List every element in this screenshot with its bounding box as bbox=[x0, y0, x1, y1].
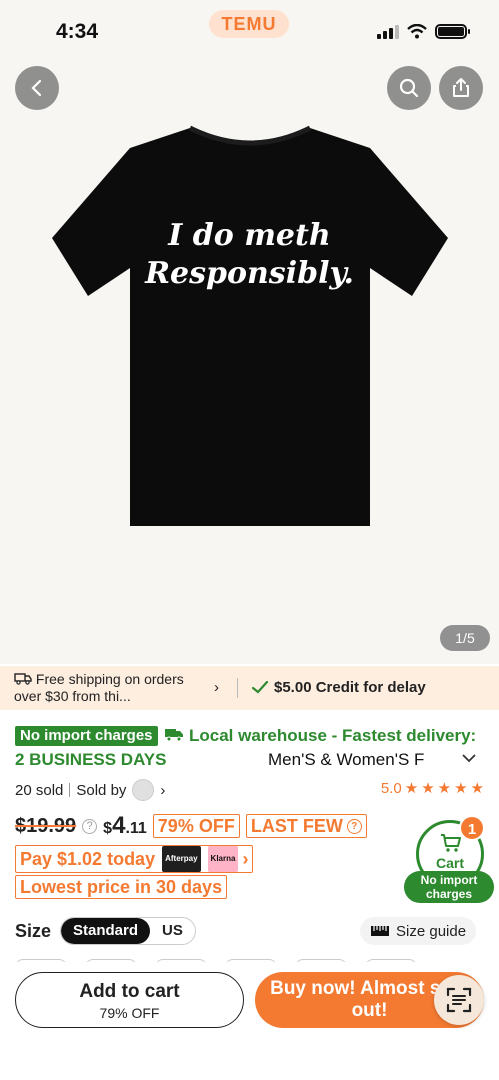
product-image-gallery[interactable]: I do meth Responsibly. 1/5 bbox=[0, 0, 499, 664]
credit-label: $5.00 Credit for delay bbox=[274, 679, 426, 696]
status-icons bbox=[377, 24, 470, 39]
rating[interactable]: 5.0 ★ ★ ★ ★ ★ bbox=[380, 779, 484, 798]
question-icon: ? bbox=[346, 818, 362, 834]
lowest-price-row: Lowest price in 30 days bbox=[15, 875, 228, 899]
share-button[interactable] bbox=[439, 66, 483, 110]
chevron-right-icon: › bbox=[242, 849, 249, 869]
pay-today-badge[interactable]: Pay $1.02 today Afterpay Klarna › bbox=[15, 845, 254, 873]
check-icon bbox=[252, 681, 268, 694]
cart-icon bbox=[441, 834, 461, 852]
wifi-icon bbox=[407, 24, 427, 39]
size-guide-button[interactable]: Size guide bbox=[360, 917, 477, 945]
star-icon: ★ bbox=[404, 780, 419, 797]
no-import-charges-pill: No import charges bbox=[404, 871, 494, 903]
image-counter: 1/5 bbox=[440, 625, 490, 651]
truck-icon bbox=[14, 673, 32, 685]
sold-count: 20 sold bbox=[15, 781, 64, 799]
star-icon: ★ bbox=[437, 780, 452, 797]
chevron-down-icon bbox=[462, 754, 476, 763]
size-guide-label: Size guide bbox=[396, 922, 467, 940]
add-to-cart-label: Add to cart bbox=[79, 981, 180, 1002]
add-to-cart-discount: 79% OFF bbox=[99, 1005, 160, 1021]
shirt-text-line1: I do meth bbox=[168, 218, 331, 253]
search-icon bbox=[399, 78, 419, 98]
afterpay-logo: Afterpay bbox=[162, 846, 201, 872]
brand-logo: TEMU bbox=[209, 10, 289, 38]
expand-title-button[interactable] bbox=[462, 750, 476, 768]
add-to-cart-button[interactable]: Add to cart 79% OFF bbox=[15, 972, 244, 1028]
credit-for-delay: $5.00 Credit for delay bbox=[252, 679, 426, 696]
lowest-price-badge: Lowest price in 30 days bbox=[15, 875, 228, 899]
chevron-right-icon: › bbox=[214, 679, 219, 696]
scan-text-button[interactable] bbox=[434, 975, 484, 1025]
current-price: $4.11 bbox=[103, 812, 147, 839]
star-icon: ★ bbox=[470, 780, 484, 797]
product-title[interactable]: Men'S & Women'S F bbox=[268, 750, 443, 770]
pay-later-row[interactable]: Pay $1.02 today Afterpay Klarna › bbox=[15, 845, 254, 873]
klarna-logo: Klarna bbox=[207, 846, 239, 872]
price-row: $19.99 ? $4.11 79% OFF LAST FEW? bbox=[15, 812, 367, 840]
cart-count-badge: 1 bbox=[459, 815, 485, 841]
seller-avatar[interactable] bbox=[132, 779, 155, 801]
no-import-badge: No import charges bbox=[15, 726, 158, 746]
chevron-left-icon bbox=[31, 79, 42, 97]
sold-by-label[interactable]: Sold by bbox=[76, 782, 126, 799]
divider bbox=[69, 783, 71, 797]
tab-standard[interactable]: Standard bbox=[61, 918, 151, 944]
signal-icon bbox=[377, 24, 399, 39]
cart-label: Cart bbox=[435, 855, 464, 871]
chevron-right-icon[interactable]: › bbox=[160, 782, 165, 799]
status-bar: 4:34 TEMU bbox=[0, 0, 499, 62]
size-standard-tabs[interactable]: Standard US bbox=[60, 917, 196, 945]
discount-badge: 79% OFF bbox=[152, 814, 240, 838]
stock-badge[interactable]: LAST FEW? bbox=[245, 814, 367, 838]
star-icon: ★ bbox=[421, 780, 435, 797]
scan-text-icon bbox=[446, 987, 472, 1013]
ruler-icon bbox=[371, 926, 389, 936]
question-icon[interactable]: ? bbox=[82, 818, 98, 834]
back-button[interactable] bbox=[15, 66, 59, 110]
product-image-tshirt bbox=[52, 125, 448, 526]
share-icon bbox=[453, 78, 469, 97]
battery-icon bbox=[435, 24, 470, 39]
original-price: $19.99 bbox=[15, 814, 77, 837]
divider bbox=[237, 678, 238, 698]
size-label: Size bbox=[15, 921, 52, 941]
star-icon: ★ bbox=[454, 780, 468, 797]
tab-us[interactable]: US bbox=[150, 918, 195, 944]
shipping-banner[interactable]: Free shipping on orders over $30 from th… bbox=[0, 666, 499, 710]
delivery-truck-icon bbox=[165, 729, 184, 742]
status-time: 4:34 bbox=[56, 20, 99, 43]
shirt-text-line2: Responsibly. bbox=[145, 256, 354, 291]
bottom-action-bar: Add to cart 79% OFF Buy now! Almost sold… bbox=[0, 962, 499, 1080]
free-shipping-label: Free shipping on orders over $30 from th… bbox=[14, 671, 184, 704]
search-button[interactable] bbox=[387, 66, 431, 110]
free-shipping-text: Free shipping on orders over $30 from th… bbox=[14, 671, 214, 705]
sales-seller-row: 20 sold Sold by › bbox=[15, 779, 165, 801]
rating-value: 5.0 bbox=[380, 779, 402, 797]
